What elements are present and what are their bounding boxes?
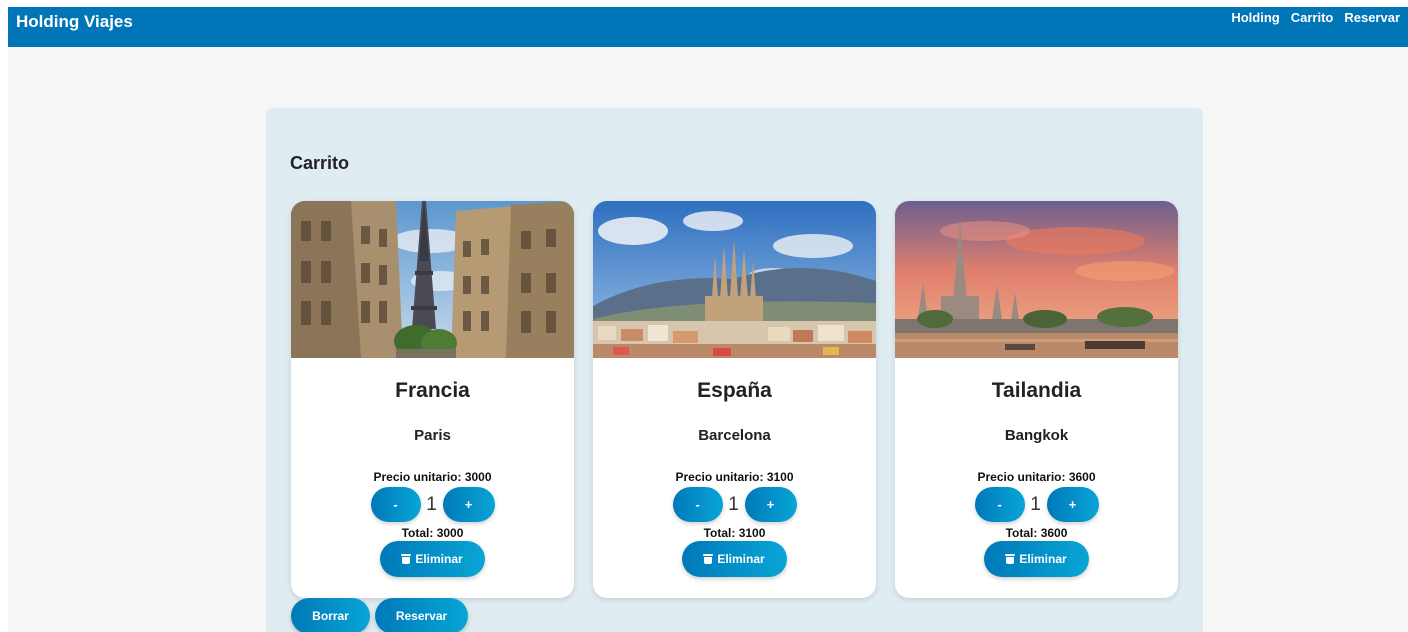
clear-cart-button[interactable]: Borrar	[291, 598, 370, 632]
item-unit-price: Precio unitario: 3600	[977, 470, 1096, 484]
quantity-stepper: - 1 +	[895, 486, 1178, 523]
item-city: Paris	[414, 427, 451, 444]
wat-arun-temple-photo	[895, 201, 1178, 358]
eiffel-tower-photo	[291, 201, 574, 358]
decrease-quantity-button[interactable]: -	[672, 487, 723, 522]
cart-panel: Carrito Francia Paris Precio unitario: 3…	[266, 108, 1203, 632]
nav-link-carrito[interactable]: Carrito	[1291, 10, 1334, 25]
delete-item-button[interactable]: Eliminar	[682, 541, 787, 577]
item-country: Francia	[395, 379, 470, 402]
top-navbar: Holding Viajes Holding Carrito Reservar	[8, 7, 1408, 47]
sagrada-familia-photo	[593, 201, 876, 358]
delete-button-label: Eliminar	[1019, 552, 1067, 566]
cart-item-card-francia: Francia Paris Precio unitario: 3000 - 1 …	[291, 201, 574, 598]
nav-links: Holding Carrito Reservar	[1231, 10, 1400, 25]
trash-icon	[1005, 554, 1016, 564]
reserve-button[interactable]: Reservar	[375, 598, 468, 632]
item-country: España	[697, 379, 772, 402]
quantity-value: 1	[1030, 493, 1041, 515]
cart-item-card-espana: España Barcelona Precio unitario: 3100 -…	[593, 201, 876, 598]
item-total: Total: 3600	[1005, 526, 1068, 540]
item-unit-price: Precio unitario: 3100	[675, 470, 794, 484]
item-total: Total: 3100	[703, 526, 766, 540]
item-country: Tailandia	[991, 379, 1082, 402]
delete-item-button[interactable]: Eliminar	[380, 541, 485, 577]
increase-quantity-button[interactable]: +	[744, 487, 797, 522]
cart-item-card-tailandia: Tailandia Bangkok Precio unitario: 3600 …	[895, 201, 1178, 598]
item-total: Total: 3000	[401, 526, 464, 540]
cart-title: Carrito	[290, 153, 350, 173]
trash-icon	[401, 554, 412, 564]
item-unit-price: Precio unitario: 3000	[373, 470, 492, 484]
trash-icon	[703, 554, 714, 564]
delete-button-label: Eliminar	[415, 552, 463, 566]
delete-button-label: Eliminar	[717, 552, 765, 566]
nav-link-reservar[interactable]: Reservar	[1344, 10, 1400, 25]
nav-link-holding[interactable]: Holding	[1231, 10, 1279, 25]
quantity-stepper: - 1 +	[593, 486, 876, 523]
item-city: Barcelona	[698, 427, 771, 444]
quantity-value: 1	[426, 493, 437, 515]
item-city: Bangkok	[1004, 427, 1069, 444]
quantity-stepper: - 1 +	[291, 486, 574, 523]
quantity-value: 1	[728, 493, 739, 515]
delete-item-button[interactable]: Eliminar	[984, 541, 1089, 577]
brand-title[interactable]: Holding Viajes	[16, 12, 133, 32]
page: Holding Viajes Holding Carrito Reservar …	[8, 7, 1408, 632]
decrease-quantity-button[interactable]: -	[370, 487, 421, 522]
increase-quantity-button[interactable]: +	[442, 487, 495, 522]
increase-quantity-button[interactable]: +	[1046, 487, 1099, 522]
decrease-quantity-button[interactable]: -	[974, 487, 1025, 522]
